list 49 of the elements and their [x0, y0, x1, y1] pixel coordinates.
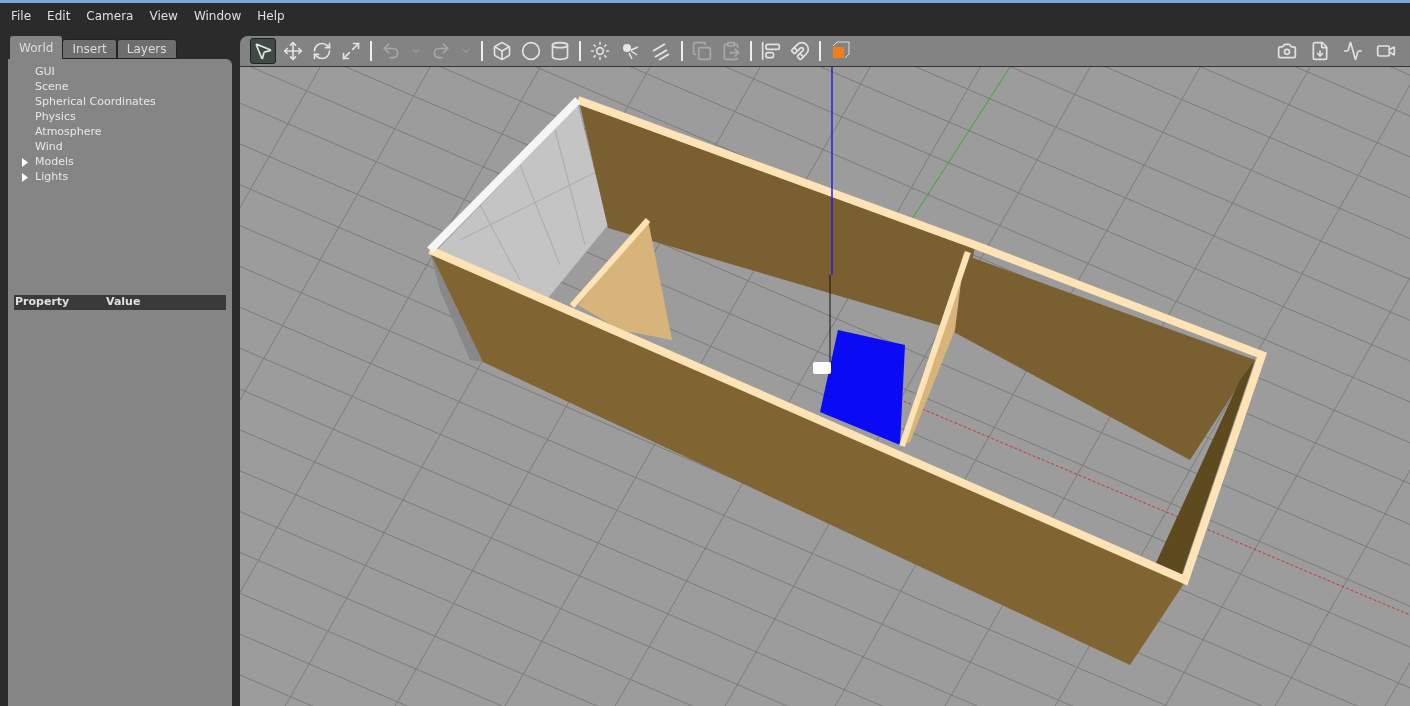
paste-icon	[721, 41, 741, 61]
tree-item[interactable]: Physics	[8, 110, 232, 125]
align-icon	[761, 41, 781, 61]
sphere-icon	[521, 41, 541, 61]
directional-light-icon	[650, 40, 672, 62]
tree-item[interactable]: Wind	[8, 140, 232, 155]
menu-item[interactable]: Help	[257, 6, 285, 25]
tree-item[interactable]: Scene	[8, 80, 232, 95]
scale-icon	[341, 41, 361, 61]
tab[interactable]: World	[10, 36, 63, 59]
tree-label: Scene	[35, 79, 69, 96]
log-file-icon	[1310, 41, 1330, 61]
tree-label: Atmosphere	[35, 124, 102, 141]
3d-scene-drawing[interactable]	[240, 67, 1410, 706]
collapsed-arrow-icon[interactable]	[22, 158, 28, 167]
menu-item[interactable]: Edit	[47, 6, 71, 25]
tree-label: Physics	[35, 109, 76, 126]
undo-icon	[381, 41, 401, 61]
menu-item[interactable]: File	[11, 6, 32, 25]
plot-icon	[1343, 41, 1363, 61]
cylinder-icon	[550, 41, 570, 61]
select-tool-button[interactable]	[250, 38, 276, 64]
collapsed-arrow-icon[interactable]	[22, 173, 28, 182]
tree-item[interactable]: Atmosphere	[8, 125, 232, 140]
tree-label: Wind	[35, 139, 63, 156]
tab[interactable]: Layers	[116, 39, 177, 59]
tree-label: GUI	[35, 64, 55, 81]
tree-item[interactable]: GUI	[8, 65, 232, 80]
pointer-icon	[253, 41, 273, 61]
move-icon	[283, 41, 303, 61]
redo-icon	[431, 41, 451, 61]
column-header: Property	[14, 294, 71, 311]
tree-item[interactable]: Models	[8, 155, 232, 170]
tree-item[interactable]: Spherical Coordinates	[8, 95, 232, 110]
tree-label: Models	[35, 154, 74, 171]
menu-item[interactable]: View	[149, 6, 178, 25]
cube-icon	[492, 41, 512, 61]
tab[interactable]: Insert	[62, 39, 117, 59]
tree-label: Lights	[35, 169, 69, 186]
menu-item[interactable]: Window	[193, 6, 242, 25]
menu-item[interactable]: Camera	[86, 6, 134, 25]
copy-icon	[692, 41, 712, 61]
rotate-icon	[312, 41, 332, 61]
sun-icon	[590, 41, 610, 61]
camera-icon	[1277, 41, 1297, 61]
tree-label: Spherical Coordinates	[35, 94, 156, 111]
column-header: Value	[106, 294, 141, 311]
tree-item[interactable]: Lights	[8, 170, 232, 185]
magnet-icon	[790, 41, 810, 61]
